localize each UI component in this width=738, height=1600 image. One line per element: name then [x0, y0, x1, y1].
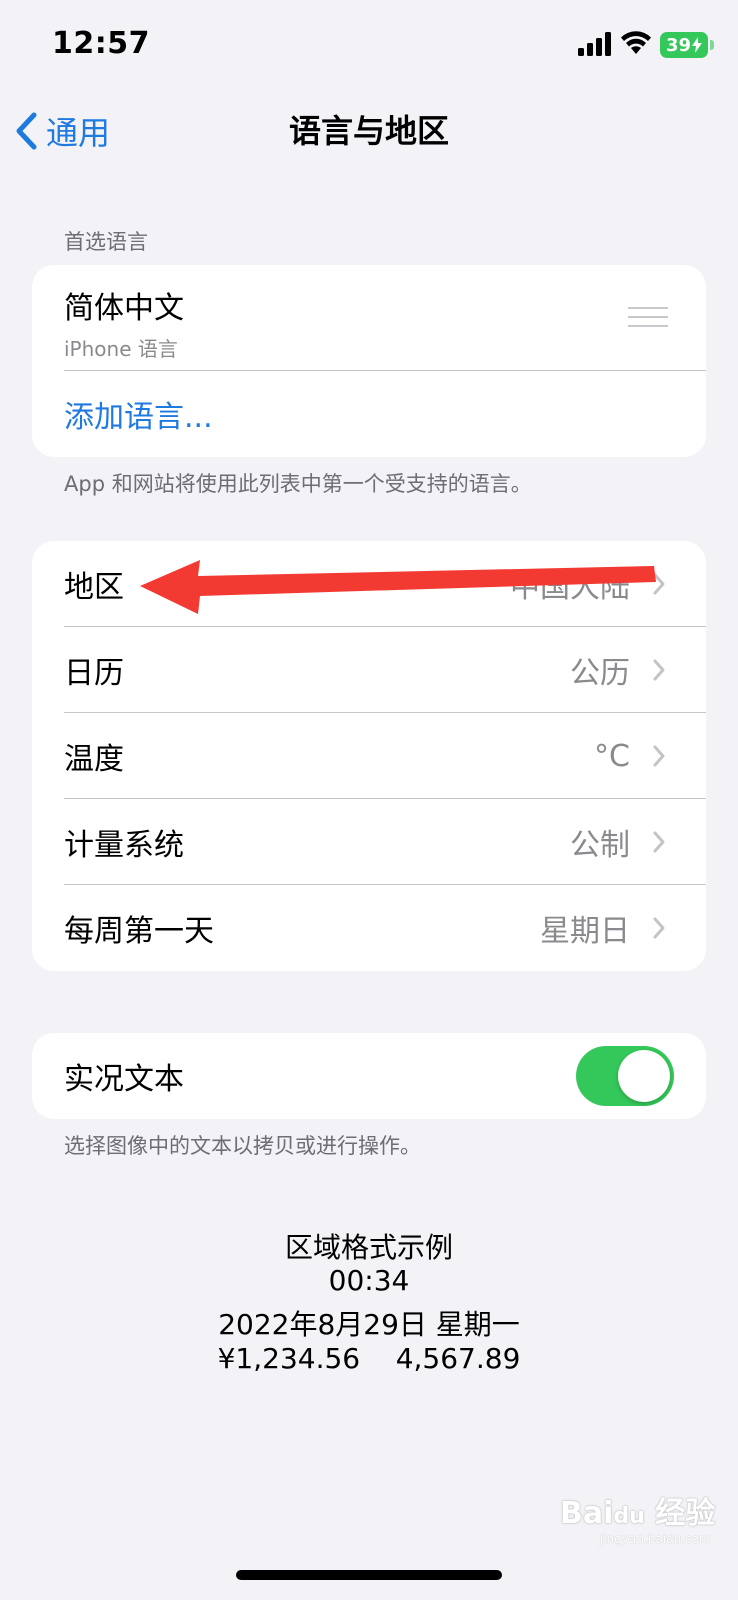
settings-row-first-weekday[interactable]: 每周第一天 星期日 — [32, 885, 706, 971]
settings-row-measurement[interactable]: 计量系统 公制 — [32, 799, 706, 885]
language-subtitle: iPhone 语言 — [64, 337, 178, 361]
back-button[interactable]: 通用 — [14, 106, 110, 156]
temperature-value: °C — [594, 738, 630, 774]
live-text-label: 实况文本 — [64, 1062, 184, 1097]
format-example-numbers: ¥1,234.56 4,567.89 — [217, 1342, 521, 1375]
home-indicator[interactable] — [236, 1570, 502, 1580]
first-weekday-label: 每周第一天 — [64, 914, 214, 949]
format-example-title: 区域格式示例 — [284, 1231, 453, 1264]
page-title: 语言与地区 — [288, 112, 449, 150]
cellular-signal-icon — [578, 32, 611, 56]
baidu-watermark-url: jingyan.baidu.com — [600, 1532, 711, 1546]
calendar-label: 日历 — [64, 656, 124, 691]
reorder-handle-icon[interactable] — [628, 307, 668, 334]
live-text-toggle[interactable] — [576, 1046, 674, 1106]
status-time: 12:57 — [52, 26, 150, 61]
wifi-icon — [621, 31, 651, 54]
chevron-left-icon — [16, 112, 37, 150]
measurement-value: 公制 — [570, 828, 630, 863]
add-language-button[interactable]: 添加语言... — [32, 371, 706, 457]
back-button-label: 通用 — [46, 114, 111, 152]
battery-level: 39 — [665, 34, 692, 56]
red-arrow-annotation — [140, 560, 656, 614]
region-label: 地区 — [64, 570, 124, 605]
live-text-group: 实况文本 — [32, 1033, 706, 1119]
charging-bolt-icon — [692, 37, 703, 53]
settings-row-temperature[interactable]: 温度 °C — [32, 713, 706, 799]
chevron-right-icon — [653, 917, 665, 939]
format-example-date: 2022年8月29日 星期一 — [218, 1308, 520, 1341]
status-bar: 12:57 39 — [0, 0, 738, 92]
battery-icon: 39 — [660, 32, 708, 58]
baidu-watermark-logo: Baidu 经验 — [560, 1496, 716, 1531]
settings-row-calendar[interactable]: 日历 公历 — [32, 627, 706, 713]
add-language-label: 添加语言... — [64, 400, 213, 435]
calendar-value: 公历 — [570, 656, 630, 691]
preferred-language-footer: App 和网站将使用此列表中第一个受支持的语言。 — [64, 472, 532, 496]
preferred-language-header: 首选语言 — [64, 230, 148, 254]
language-item[interactable]: 简体中文 iPhone 语言 — [32, 265, 706, 371]
language-name: 简体中文 — [64, 291, 184, 326]
live-text-footer: 选择图像中的文本以拷贝或进行操作。 — [64, 1134, 421, 1158]
navigation-bar: 语言与地区 通用 — [0, 92, 738, 172]
measurement-label: 计量系统 — [64, 828, 184, 863]
first-weekday-value: 星期日 — [540, 914, 630, 949]
toggle-knob — [618, 1050, 670, 1102]
battery-cap — [710, 40, 714, 50]
chevron-right-icon — [653, 831, 665, 853]
format-example-time: 00:34 — [328, 1264, 410, 1297]
chevron-right-icon — [653, 745, 665, 767]
temperature-label: 温度 — [64, 742, 124, 777]
settings-row-live-text: 实况文本 — [32, 1033, 706, 1119]
chevron-right-icon — [653, 659, 665, 681]
preferred-language-group: 简体中文 iPhone 语言 添加语言... — [32, 265, 706, 457]
